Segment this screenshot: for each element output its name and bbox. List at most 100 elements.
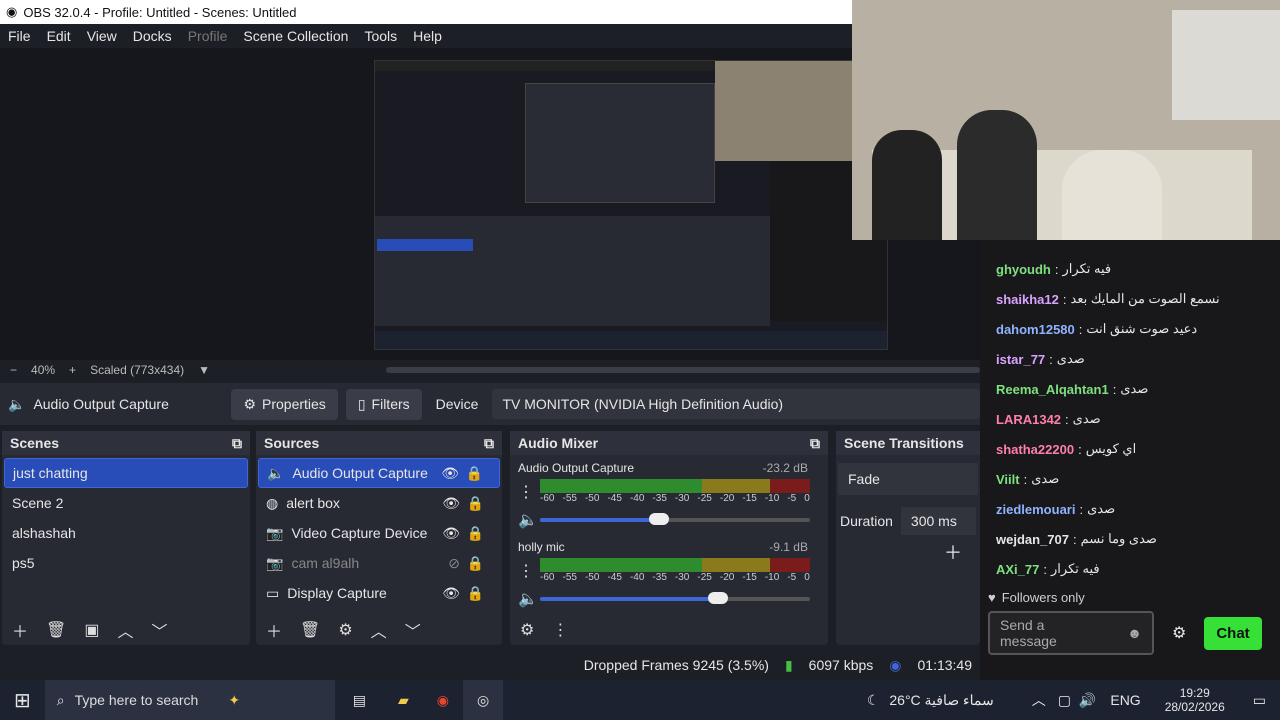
chat-username[interactable]: wejdan_707 xyxy=(996,532,1069,547)
lock-icon[interactable]: 🔒 xyxy=(466,465,483,482)
filters-button[interactable]: ▯ Filters xyxy=(345,388,422,420)
move-up-icon[interactable]: ︿ xyxy=(117,618,133,642)
zoom-out-button[interactable]: − xyxy=(10,363,17,377)
source-settings-icon[interactable]: ⚙ xyxy=(338,620,352,640)
chat-username[interactable]: dahom12580 xyxy=(996,322,1075,337)
chat-settings-icon[interactable]: ⚙ xyxy=(1162,623,1196,643)
chat-message: اي كويس xyxy=(1085,441,1137,456)
chat-username[interactable]: shaikha12 xyxy=(996,292,1059,307)
source-item[interactable]: 📷 cam al9alh ⊘ 🔒 xyxy=(258,548,500,578)
channel-menu-icon[interactable]: ⋮ xyxy=(518,482,534,502)
mixer-menu-icon[interactable]: ⋮ xyxy=(552,620,568,640)
taskbar-search[interactable]: ⌕ Type here to search ✦ xyxy=(44,680,335,720)
properties-button[interactable]: ⚙ Properties xyxy=(231,388,338,420)
obs-taskbar-icon[interactable]: ◎ xyxy=(463,680,504,720)
clock-date: 28/02/2026 xyxy=(1164,700,1225,714)
undock-icon[interactable]: ⧉ xyxy=(232,435,242,452)
scene-filters-icon[interactable]: ▣ xyxy=(84,620,99,640)
meter-scale: -60 -55 -50 -45 -40 -35 -30 -25 -20 -15 -10 -5 0 xyxy=(540,572,810,583)
meter-tick: -10 xyxy=(764,493,780,504)
preview-scrollbar[interactable] xyxy=(386,367,980,373)
notifications-icon[interactable]: ▭ xyxy=(1239,692,1280,709)
undock-icon[interactable]: ⧉ xyxy=(484,435,494,452)
chat-username[interactable]: ziedlemouari xyxy=(996,502,1075,517)
chat-send-button[interactable]: Chat xyxy=(1204,616,1262,650)
visibility-eye-icon[interactable]: 👁 xyxy=(441,465,459,482)
transition-select[interactable]: Fade xyxy=(838,463,978,495)
network-icon[interactable]: ▢ xyxy=(1054,692,1075,709)
chat-message: صدى xyxy=(1056,351,1085,366)
windows-start-icon[interactable]: ⊞ xyxy=(0,688,45,713)
channel-menu-icon[interactable]: ⋮ xyxy=(518,561,534,581)
chat-username[interactable]: ghyoudh xyxy=(996,262,1051,277)
chat-username[interactable]: Reema_Alqahtan1 xyxy=(996,382,1109,397)
visibility-eye-icon[interactable]: 👁 xyxy=(442,495,460,512)
scene-item[interactable]: Scene 2 xyxy=(4,488,248,518)
mute-speaker-icon[interactable]: 🔈 xyxy=(518,589,538,609)
remove-scene-icon[interactable]: 🗑 xyxy=(46,620,66,640)
weather[interactable]: 26°C سماء صافية xyxy=(889,692,1023,709)
menu-docks[interactable]: Docks xyxy=(125,28,180,44)
meter-tick: -50 xyxy=(584,572,600,583)
add-scene-icon[interactable]: ＋ xyxy=(12,618,28,642)
clock[interactable]: 19:29 28/02/2026 xyxy=(1151,686,1239,714)
add-source-icon[interactable]: ＋ xyxy=(266,618,282,642)
visibility-eye-icon[interactable]: 👁 xyxy=(442,585,460,602)
volume-knob[interactable] xyxy=(708,592,729,604)
scene-item[interactable]: ps5 xyxy=(4,548,248,578)
lock-icon[interactable]: 🔒 xyxy=(467,585,484,602)
task-view-icon[interactable]: ▤ xyxy=(335,692,384,709)
source-item[interactable]: ▭ Display Capture 👁 🔒 xyxy=(258,578,500,608)
move-down-icon[interactable]: ﹀ xyxy=(405,618,421,642)
chat-message-input[interactable]: Send a message ☻ xyxy=(988,611,1154,655)
lock-icon[interactable]: 🔒 xyxy=(467,495,484,512)
add-transition-icon[interactable]: ＋ xyxy=(836,539,980,565)
file-explorer-icon[interactable]: ▰ xyxy=(384,692,423,709)
menu-help[interactable]: Help xyxy=(405,28,450,44)
volume-icon[interactable]: 🔊 xyxy=(1075,692,1100,709)
source-label: Audio Output Capture xyxy=(292,465,428,481)
language-indicator[interactable]: ENG xyxy=(1100,692,1150,708)
menu-file[interactable]: File xyxy=(0,28,39,44)
volume-slider[interactable] xyxy=(540,513,810,525)
chat-username[interactable]: Viilt xyxy=(996,472,1020,487)
advanced-audio-icon[interactable]: ⚙ xyxy=(520,620,534,640)
move-down-icon[interactable]: ﹀ xyxy=(151,618,167,642)
scale-dropdown-icon[interactable]: ▼ xyxy=(198,363,210,377)
lock-icon[interactable]: 🔒 xyxy=(467,525,484,542)
chat-username[interactable]: shatha22200 xyxy=(996,442,1074,457)
volume-knob[interactable] xyxy=(648,513,669,525)
tray-chevron-icon[interactable]: ︿ xyxy=(1024,690,1054,710)
chat-username[interactable]: istar_77 xyxy=(996,352,1045,367)
duration-input[interactable]: 300 ms xyxy=(900,507,976,535)
scene-item[interactable]: alshashah xyxy=(4,518,248,548)
chrome-icon[interactable]: ◉ xyxy=(423,692,463,709)
source-item[interactable]: 📷 Video Capture Device 👁 🔒 xyxy=(258,518,500,548)
volume-slider[interactable] xyxy=(540,592,810,604)
zoom-in-button[interactable]: + xyxy=(69,363,76,377)
chat-colon: : xyxy=(1049,351,1053,367)
menu-view[interactable]: View xyxy=(79,28,125,44)
lock-icon[interactable]: 🔒 xyxy=(467,555,484,572)
menu-tools[interactable]: Tools xyxy=(356,28,405,44)
device-label: Device xyxy=(435,396,479,412)
source-item[interactable]: 🔈 Audio Output Capture 👁 🔒 xyxy=(258,458,500,488)
mute-speaker-icon[interactable]: 🔈 xyxy=(518,510,538,530)
hidden-eye-icon[interactable]: ⊘ xyxy=(448,555,460,572)
undock-icon[interactable]: ⧉ xyxy=(810,435,820,452)
chat-username[interactable]: LARA1342 xyxy=(996,412,1061,427)
device-select[interactable]: TV MONITOR (NVIDIA High Definition Audio… xyxy=(492,389,980,419)
visibility-eye-icon[interactable]: 👁 xyxy=(442,525,460,542)
mixer-title: Audio Mixer xyxy=(518,435,599,451)
clock-time: 19:29 xyxy=(1179,686,1210,700)
scene-item[interactable]: just chatting xyxy=(4,458,248,488)
menu-profile[interactable]: Profile xyxy=(180,28,236,44)
move-up-icon[interactable]: ︿ xyxy=(371,618,387,642)
menu-scene-collection[interactable]: Scene Collection xyxy=(235,28,356,44)
source-item[interactable]: ◍ alert box 👁 🔒 xyxy=(258,488,500,518)
zoom-percent: 40% xyxy=(31,363,56,377)
menu-edit[interactable]: Edit xyxy=(39,28,79,44)
remove-source-icon[interactable]: 🗑 xyxy=(300,620,320,640)
emote-icon[interactable]: ☻ xyxy=(1127,625,1142,641)
chat-username[interactable]: AXi_77 xyxy=(996,562,1039,577)
